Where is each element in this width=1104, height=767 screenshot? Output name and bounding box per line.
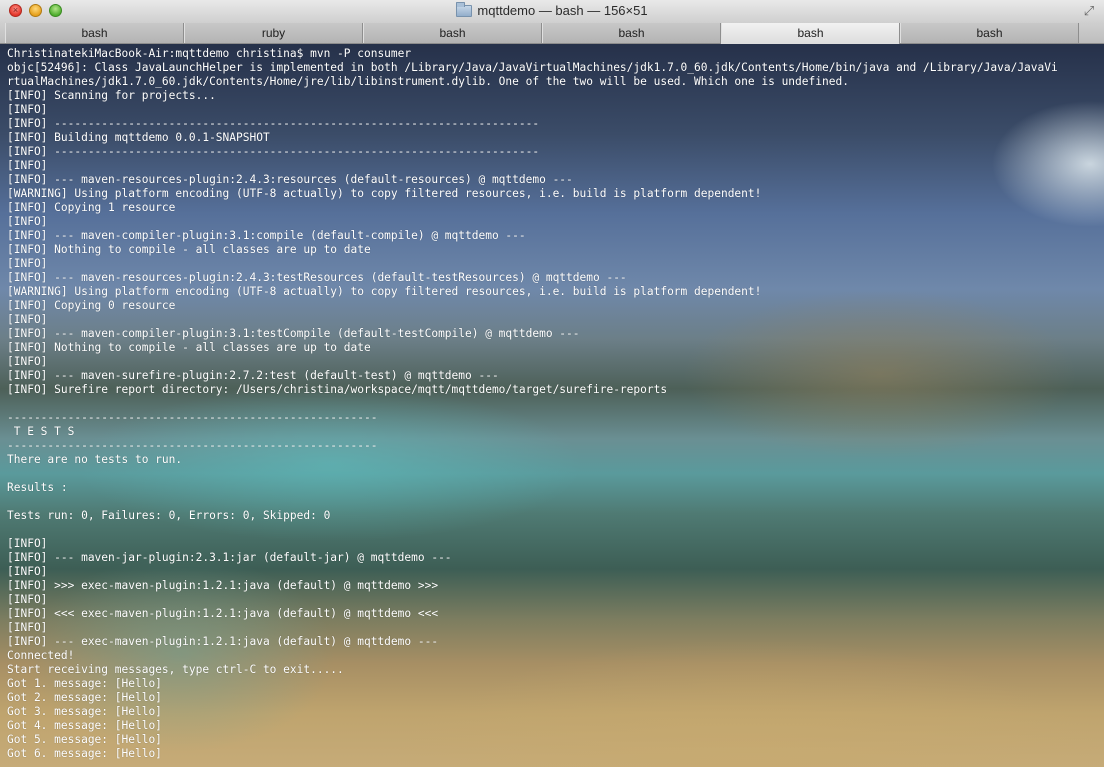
terminal-line: [INFO] --- maven-compiler-plugin:3.1:com… — [7, 229, 526, 242]
terminal-line: [INFO] — [7, 215, 48, 228]
terminal-line: Got 6. message: [Hello] — [7, 747, 162, 760]
tab-label: bash — [797, 26, 824, 40]
terminal-line: [INFO] --- maven-compiler-plugin:3.1:tes… — [7, 327, 580, 340]
terminal-line: Got 1. message: [Hello] — [7, 677, 162, 690]
terminal-line: [INFO] --- exec-maven-plugin:1.2.1:java … — [7, 635, 439, 648]
terminal-line: [INFO] >>> exec-maven-plugin:1.2.1:java … — [7, 579, 439, 592]
terminal-output: ChristinatekiMacBook-Air:mqttdemo christ… — [7, 47, 1101, 761]
terminal-line: [INFO] Nothing to compile - all classes … — [7, 243, 371, 256]
folder-icon — [456, 2, 473, 17]
terminal-line: [INFO] <<< exec-maven-plugin:1.2.1:java … — [7, 607, 439, 620]
terminal-line: [INFO] — [7, 621, 48, 634]
tab-label: bash — [439, 26, 466, 40]
terminal-line: Tests run: 0, Failures: 0, Errors: 0, Sk… — [7, 509, 331, 522]
terminal-window: × mqttdemo — bash — 156×51 ⤢ bash ruby b… — [0, 0, 1104, 767]
terminal-line: T E S T S — [7, 425, 75, 438]
terminal-line: [INFO] Surefire report directory: /Users… — [7, 383, 668, 396]
tab-bash-3[interactable]: bash — [363, 23, 542, 43]
terminal-line: Got 2. message: [Hello] — [7, 691, 162, 704]
tab-label: bash — [618, 26, 645, 40]
tab-bash-1[interactable]: bash — [5, 23, 184, 43]
tab-bar: bash ruby bash bash bash bash — [0, 23, 1104, 44]
terminal-line: [INFO] Nothing to compile - all classes … — [7, 341, 371, 354]
fullscreen-icon[interactable]: ⤢ — [1082, 4, 1096, 18]
terminal-line: [INFO] — [7, 593, 48, 606]
terminal-line: Results : — [7, 481, 68, 494]
terminal-line: [INFO] — [7, 565, 48, 578]
tab-bash-5-active[interactable]: bash — [721, 23, 900, 44]
tab-ruby[interactable]: ruby — [184, 23, 363, 43]
terminal-line: [INFO] ---------------------------------… — [7, 145, 540, 158]
terminal-line: [INFO] — [7, 537, 48, 550]
tab-label: bash — [976, 26, 1003, 40]
terminal-line: Got 4. message: [Hello] — [7, 719, 162, 732]
terminal-line: [INFO] — [7, 103, 48, 116]
terminal-line: Start receiving messages, type ctrl-C to… — [7, 663, 344, 676]
terminal-line: [INFO] --- maven-surefire-plugin:2.7.2:t… — [7, 369, 499, 382]
tab-bash-4[interactable]: bash — [542, 23, 721, 43]
terminal-line: ----------------------------------------… — [7, 411, 378, 424]
tab-label: ruby — [261, 26, 286, 40]
terminal-line: [INFO] Building mqttdemo 0.0.1-SNAPSHOT — [7, 131, 270, 144]
tab-bash-6[interactable]: bash — [900, 23, 1079, 43]
terminal-line: [WARNING] Using platform encoding (UTF-8… — [7, 285, 762, 298]
terminal-line: [INFO] --- maven-resources-plugin:2.4.3:… — [7, 173, 573, 186]
terminal-line: [INFO] Copying 1 resource — [7, 201, 176, 214]
terminal-line: ChristinatekiMacBook-Air:mqttdemo christ… — [7, 47, 412, 60]
terminal-line: [INFO] ---------------------------------… — [7, 117, 540, 130]
terminal-line: [INFO] --- maven-resources-plugin:2.4.3:… — [7, 271, 627, 284]
terminal-line: [INFO] Scanning for projects... — [7, 89, 216, 102]
terminal-line: ----------------------------------------… — [7, 439, 378, 452]
terminal-line: [INFO] — [7, 159, 48, 172]
terminal-line: [INFO] — [7, 313, 48, 326]
terminal-line: rtualMachines/jdk1.7.0_60.jdk/Contents/H… — [7, 75, 849, 88]
terminal-line: Got 3. message: [Hello] — [7, 705, 162, 718]
terminal-line: objc[52496]: Class JavaLaunchHelper is i… — [7, 61, 1058, 74]
title-bar[interactable]: × mqttdemo — bash — 156×51 ⤢ — [0, 0, 1104, 24]
terminal-line: Connected! — [7, 649, 75, 662]
terminal-line: Got 5. message: [Hello] — [7, 733, 162, 746]
terminal-line: [INFO] — [7, 257, 48, 270]
tab-label: bash — [81, 26, 108, 40]
terminal-line: [INFO] — [7, 355, 48, 368]
window-title-container: mqttdemo — bash — 156×51 — [0, 2, 1104, 18]
window-title: mqttdemo — bash — 156×51 — [477, 3, 648, 18]
terminal-line: [INFO] Copying 0 resource — [7, 299, 176, 312]
terminal-line: [INFO] --- maven-jar-plugin:2.3.1:jar (d… — [7, 551, 452, 564]
terminal-line: [WARNING] Using platform encoding (UTF-8… — [7, 187, 762, 200]
terminal-line: There are no tests to run. — [7, 453, 183, 466]
terminal-content[interactable]: ChristinatekiMacBook-Air:mqttdemo christ… — [0, 44, 1104, 767]
